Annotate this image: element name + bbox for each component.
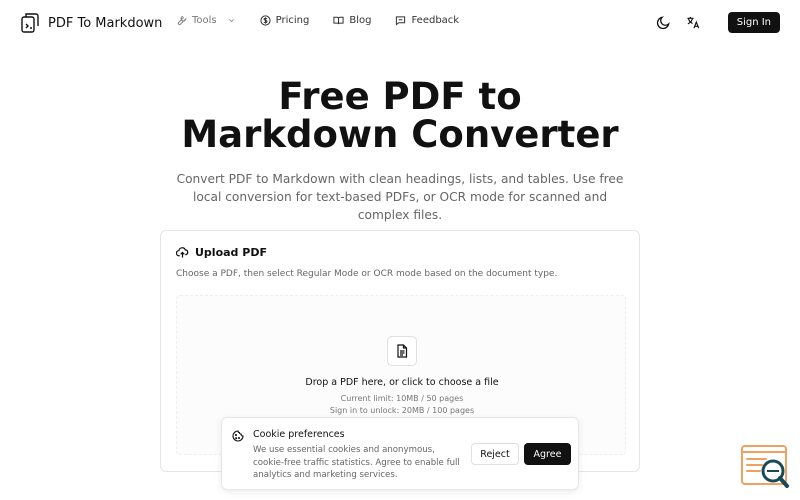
dollar-circle-icon <box>260 15 271 26</box>
upload-card-description: Choose a PDF, then select Regular Mode o… <box>176 269 558 279</box>
translate-icon <box>687 16 700 29</box>
upload-card-header: Upload PDF <box>176 246 267 259</box>
nav-label-tools: Tools <box>192 15 217 26</box>
cookie-title: Cookie preferences <box>253 429 345 440</box>
nav-item-blog[interactable]: Blog <box>333 15 371 26</box>
nav-label-blog: Blog <box>349 15 372 26</box>
reject-cookies-button[interactable]: Reject <box>471 443 519 465</box>
nav-item-tools[interactable]: Tools <box>176 15 236 26</box>
file-text-icon <box>397 344 408 358</box>
page-subtitle: Convert PDF to Markdown with clean headi… <box>176 172 624 222</box>
sign-in-button[interactable]: Sign In <box>727 12 780 33</box>
nav-item-feedback[interactable]: Feedback <box>395 15 459 26</box>
cookie-banner: Cookie preferences We use essential cook… <box>221 417 579 490</box>
book-icon <box>333 16 344 25</box>
upload-card-title: Upload PDF <box>195 246 267 259</box>
nav-label-pricing: Pricing <box>275 15 310 26</box>
theme-toggle-button[interactable] <box>654 13 674 33</box>
unlock-limit-text: Sign in to unlock: 20MB / 100 pages <box>329 406 475 415</box>
wrench-icon <box>177 15 187 26</box>
search-widget-icon[interactable] <box>740 444 792 490</box>
document-code-icon <box>21 13 39 33</box>
language-button[interactable] <box>684 13 704 33</box>
page-title-line-2: Markdown Converter <box>181 113 619 156</box>
current-limit-text: Current limit: 10MB / 50 pages <box>340 394 464 403</box>
nav-links: Tools Pricing Blog Feedback <box>176 15 483 26</box>
moon-icon <box>657 16 670 30</box>
dropzone-text: Drop a PDF here, or click to choose a fi… <box>305 377 499 388</box>
message-icon <box>396 16 406 26</box>
top-nav: PDF To Markdown Tools Pricing Blog Feedb… <box>0 0 800 44</box>
chevron-down-icon <box>228 19 234 23</box>
nav-actions: Sign In <box>654 12 780 33</box>
cookie-description: We use essential cookies and anonymous, … <box>253 445 460 480</box>
cookie-icon <box>232 430 244 442</box>
page-title: Free PDF to Markdown Converter <box>0 78 800 154</box>
agree-cookies-button[interactable]: Agree <box>524 443 571 465</box>
cloud-upload-icon <box>176 247 189 258</box>
brand-logo[interactable]: PDF To Markdown <box>20 12 162 34</box>
nav-label-feedback: Feedback <box>411 15 460 26</box>
page-title-line-1: Free PDF to <box>278 75 522 118</box>
file-icon-box <box>387 336 417 366</box>
nav-item-pricing[interactable]: Pricing <box>260 15 310 26</box>
brand-name: PDF To Markdown <box>48 15 163 31</box>
